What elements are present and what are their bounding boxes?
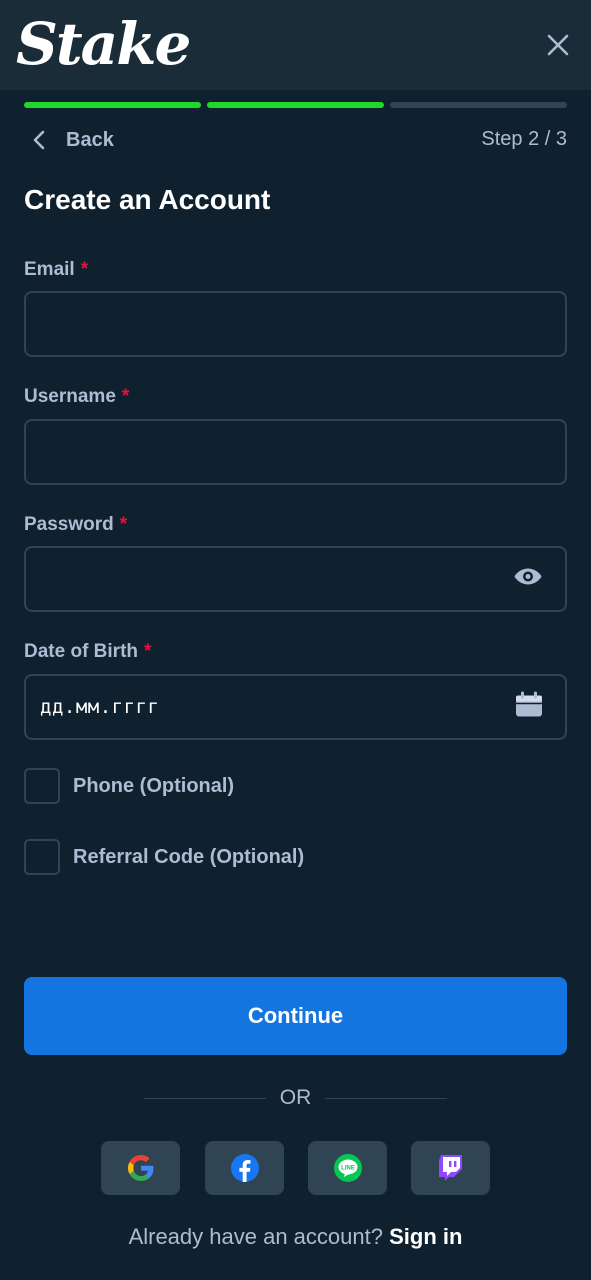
progress-segment-2	[207, 102, 384, 108]
required-marker: *	[119, 514, 128, 535]
facebook-icon	[230, 1154, 259, 1182]
password-field[interactable]	[24, 546, 567, 612]
required-marker: *	[80, 259, 89, 280]
step-indicator: Step 2 / 3	[481, 128, 567, 150]
username-label: Username *	[24, 386, 129, 408]
referral-optional-toggle[interactable]: Referral Code (Optional)	[24, 839, 304, 875]
password-label-text: Password	[24, 514, 114, 535]
svg-text:LINE: LINE	[341, 1166, 355, 1172]
email-label-text: Email	[24, 259, 75, 280]
step-progress-bar	[24, 102, 567, 108]
divider-line-right	[325, 1098, 447, 1099]
referral-checkbox-label: Referral Code (Optional)	[73, 845, 305, 868]
or-divider-text: OR	[279, 1086, 312, 1109]
referral-checkbox[interactable]	[24, 839, 60, 875]
google-login-button[interactable]	[101, 1141, 180, 1195]
date-of-birth-field[interactable]: дд.мм.гггг	[24, 674, 567, 740]
top-bar: Stake	[0, 0, 591, 90]
line-icon: LINE	[333, 1154, 362, 1182]
required-marker: *	[121, 386, 130, 407]
dob-label-text: Date of Birth	[24, 641, 138, 662]
back-button[interactable]: Back	[24, 122, 114, 158]
email-label: Email *	[24, 259, 88, 281]
page-title: Create an Account	[24, 184, 271, 215]
chevron-left-icon	[33, 130, 45, 150]
required-marker: *	[144, 641, 152, 662]
signin-prompt: Already have an account? Sign in	[0, 1224, 591, 1250]
progress-segment-1	[24, 102, 201, 108]
google-icon	[127, 1155, 153, 1181]
phone-checkbox[interactable]	[24, 768, 60, 804]
username-field[interactable]	[24, 419, 567, 485]
line-login-button[interactable]: LINE	[308, 1141, 387, 1195]
facebook-login-button[interactable]	[205, 1141, 284, 1195]
twitch-icon	[438, 1155, 462, 1181]
show-password-eye-icon[interactable]	[513, 566, 543, 593]
phone-checkbox-label: Phone (Optional)	[73, 774, 235, 797]
close-icon[interactable]	[540, 27, 576, 63]
sign-in-link[interactable]: Sign in	[389, 1224, 462, 1249]
progress-segment-3	[390, 102, 567, 108]
continue-button[interactable]: Continue	[24, 977, 567, 1055]
email-field[interactable]	[24, 291, 567, 357]
dob-value: дд.мм.гггг	[40, 696, 160, 718]
password-label: Password *	[24, 514, 127, 536]
twitch-login-button[interactable]	[411, 1141, 490, 1195]
username-label-text: Username	[24, 386, 116, 407]
back-label: Back	[66, 128, 114, 151]
phone-optional-toggle[interactable]: Phone (Optional)	[24, 768, 234, 804]
calendar-icon[interactable]	[515, 691, 543, 723]
stake-logo[interactable]: Stake	[16, 8, 191, 80]
dob-label: Date of Birth *	[24, 641, 151, 663]
signin-prompt-text: Already have an account?	[128, 1224, 383, 1249]
